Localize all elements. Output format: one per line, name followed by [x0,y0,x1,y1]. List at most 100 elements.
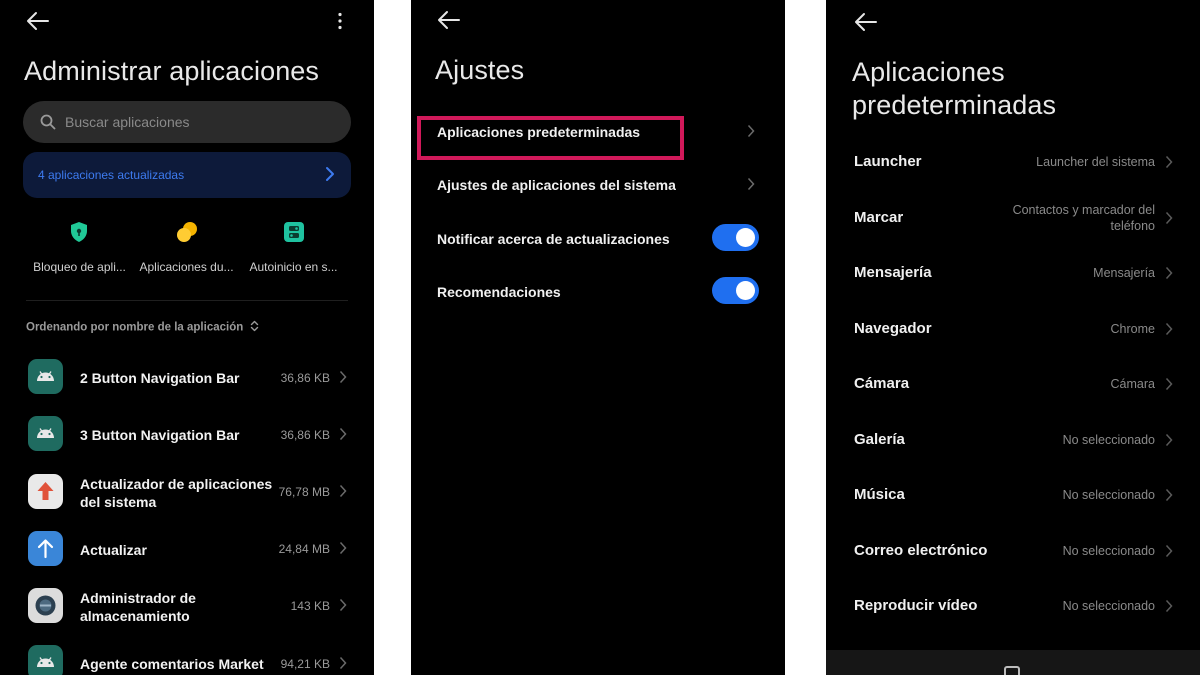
chevron-right-icon [339,656,347,675]
sort-toggle-icon [250,320,259,335]
app-size: 36,86 KB [280,371,330,385]
settings-item-recommendations[interactable]: Recomendaciones [411,270,785,312]
chevron-right-icon [339,541,347,560]
back-arrow-icon[interactable] [854,12,878,32]
update-notifications-toggle[interactable] [712,224,759,251]
default-app-browser[interactable]: Navegador Chrome [826,304,1200,354]
app-list-item[interactable]: Administrador de almacenamiento 143 KB [0,577,374,634]
default-app-music[interactable]: Música No seleccionado [826,470,1200,520]
default-app-dialer[interactable]: Marcar Contactos y marcador del teléfono [826,193,1200,243]
app-list-item[interactable]: Agente comentarios Market 94,21 KB [0,635,374,675]
chevron-right-icon [1165,599,1173,618]
default-app-label: Música [854,486,905,503]
default-app-label: Navegador [854,320,932,337]
quick-action-label: Aplicaciones du... [139,260,234,274]
manage-apps-panel: Administrar aplicaciones Buscar aplicaci… [0,0,374,675]
default-app-label: Galería [854,431,905,448]
chevron-right-icon [339,427,347,446]
android-icon [28,645,63,675]
default-app-camera[interactable]: Cámara Cámara [826,359,1200,409]
quick-action-label: Bloqueo de apli... [33,260,126,274]
default-app-value: Chrome [980,321,1155,337]
recommendations-toggle[interactable] [712,277,759,304]
settings-item-system-apps[interactable]: Ajustes de aplicaciones del sistema [411,163,785,205]
more-options-icon[interactable] [337,12,343,35]
search-icon [40,114,56,135]
dual-apps-icon [174,220,198,244]
chevron-right-icon [1165,322,1173,341]
bottom-bar [826,650,1200,675]
page-title-line-1: Aplicaciones [852,57,1005,87]
chevron-right-icon [1165,377,1173,396]
default-app-label: Marcar [854,209,904,226]
default-app-launcher[interactable]: Launcher Launcher del sistema [826,137,1200,187]
toggle-knob [736,228,755,247]
default-app-value: Contactos y marcador del teléfono [980,202,1155,234]
default-app-value-text: No seleccionado [1062,599,1155,613]
default-app-messaging[interactable]: Mensajería Mensajería [826,248,1200,298]
shield-icon [67,220,91,244]
sort-selector[interactable]: Ordenando por nombre de la aplicación [26,320,259,335]
app-list-item[interactable]: Actualizar 24,84 MB [0,520,374,577]
app-size: 76,78 MB [278,485,330,499]
chevron-right-icon [339,484,347,503]
chevron-right-icon [1165,544,1173,563]
updates-banner-text: 4 aplicaciones actualizadas [38,168,185,182]
app-name: 2 Button Navigation Bar [80,370,240,386]
default-app-value-text: No seleccionado [1062,433,1155,447]
chevron-right-icon [1165,266,1173,285]
settings-item-update-notifications[interactable]: Notificar acerca de actualizaciones [411,217,785,259]
app-size: 143 KB [290,599,330,613]
back-arrow-icon[interactable] [26,11,50,31]
default-app-label: Cámara [854,375,910,392]
default-app-video[interactable]: Reproducir vídeo No seleccionado [826,581,1200,631]
app-list-item[interactable]: 2 Button Navigation Bar 36,86 KB [0,349,374,406]
settings-item-default-apps[interactable]: Aplicaciones predeterminadas [411,110,785,152]
app-size: 94,21 KB [280,657,330,671]
default-app-value-text: Contactos y marcador del [1012,203,1155,217]
default-app-label: Launcher [854,153,922,170]
quick-action-app-lock[interactable]: Bloqueo de apli... [22,220,137,280]
default-app-value-text: teléfono [1110,219,1155,233]
default-app-value-text: Chrome [1110,322,1155,336]
android-icon [28,416,63,451]
autostart-icon [282,220,306,244]
default-app-value-text: Cámara [1110,377,1155,391]
back-arrow-icon[interactable] [437,10,461,30]
default-app-value: No seleccionado [980,543,1155,559]
app-size: 24,84 MB [278,542,330,556]
settings-item-label: Ajustes de aplicaciones del sistema [437,177,676,193]
settings-item-label: Aplicaciones predeterminadas [437,124,641,140]
updates-banner[interactable]: 4 aplicaciones actualizadas [23,152,351,198]
recent-apps-icon[interactable] [1004,666,1020,675]
default-app-email[interactable]: Correo electrónico No seleccionado [826,526,1200,576]
default-app-value-text: Mensajería [1093,266,1155,280]
search-placeholder: Buscar aplicaciones [65,114,190,130]
chevron-right-icon [339,598,347,617]
default-app-value: No seleccionado [980,598,1155,614]
app-list-item[interactable]: Actualizador de aplicaciones del sistema… [0,463,374,520]
default-app-value: No seleccionado [980,432,1155,448]
quick-action-label: Autoinicio en s... [249,260,338,274]
default-app-gallery[interactable]: Galería No seleccionado [826,415,1200,465]
search-input[interactable]: Buscar aplicaciones [23,101,351,143]
page-title: Aplicaciones predeterminadas [852,56,1056,122]
chevron-right-icon [747,124,755,143]
quick-action-dual-apps[interactable]: Aplicaciones du... [129,220,244,280]
divider [26,300,348,301]
upload-icon [28,531,63,566]
app-name: Actualizador de aplicaciones del sistema [80,476,273,510]
default-app-value: Mensajería [980,265,1155,281]
quick-action-autostart[interactable]: Autoinicio en s... [236,220,351,280]
chevron-right-icon [325,166,335,187]
default-app-value-text: No seleccionado [1062,544,1155,558]
default-app-label: Reproducir vídeo [854,597,978,614]
app-list-item[interactable]: 3 Button Navigation Bar 36,86 KB [0,406,374,463]
chevron-right-icon [1165,211,1173,230]
app-name: Agente comentarios Market [80,656,264,672]
sort-label: Ordenando por nombre de la aplicación [26,321,244,334]
app-size: 36,86 KB [280,428,330,442]
default-app-value-text: Launcher del sistema [1036,155,1155,169]
default-app-value: Cámara [980,376,1155,392]
app-name: Actualizar [80,542,147,558]
